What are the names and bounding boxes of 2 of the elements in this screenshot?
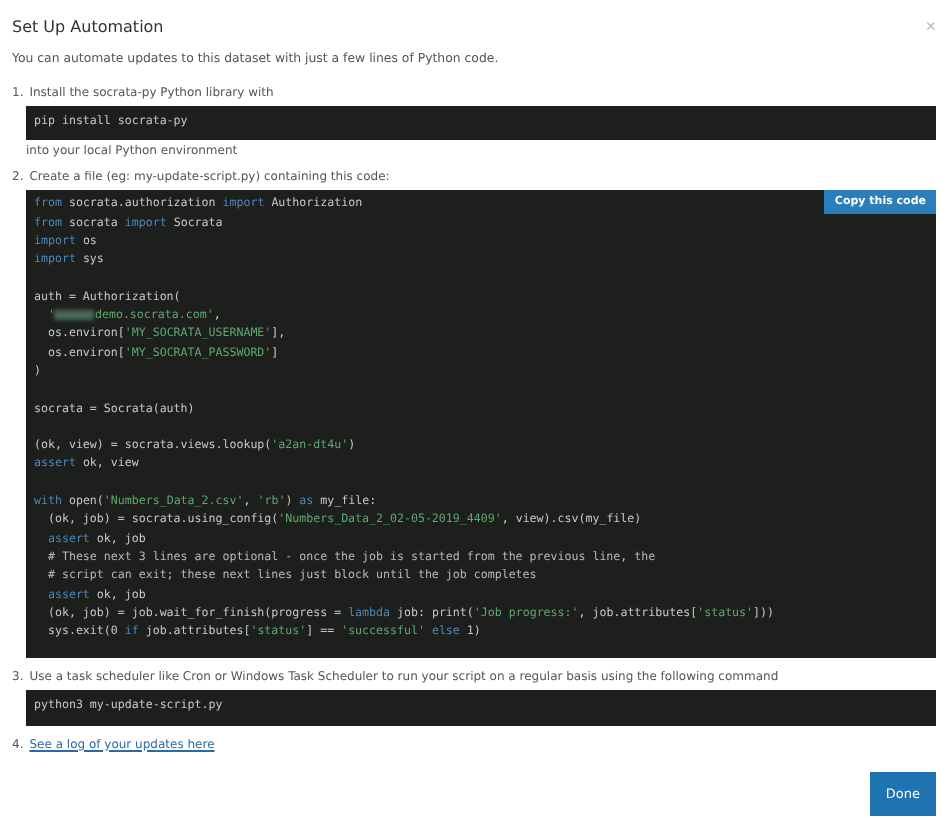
dialog-title: Set Up Automation bbox=[12, 17, 164, 35]
redacted-blur bbox=[54, 309, 95, 320]
